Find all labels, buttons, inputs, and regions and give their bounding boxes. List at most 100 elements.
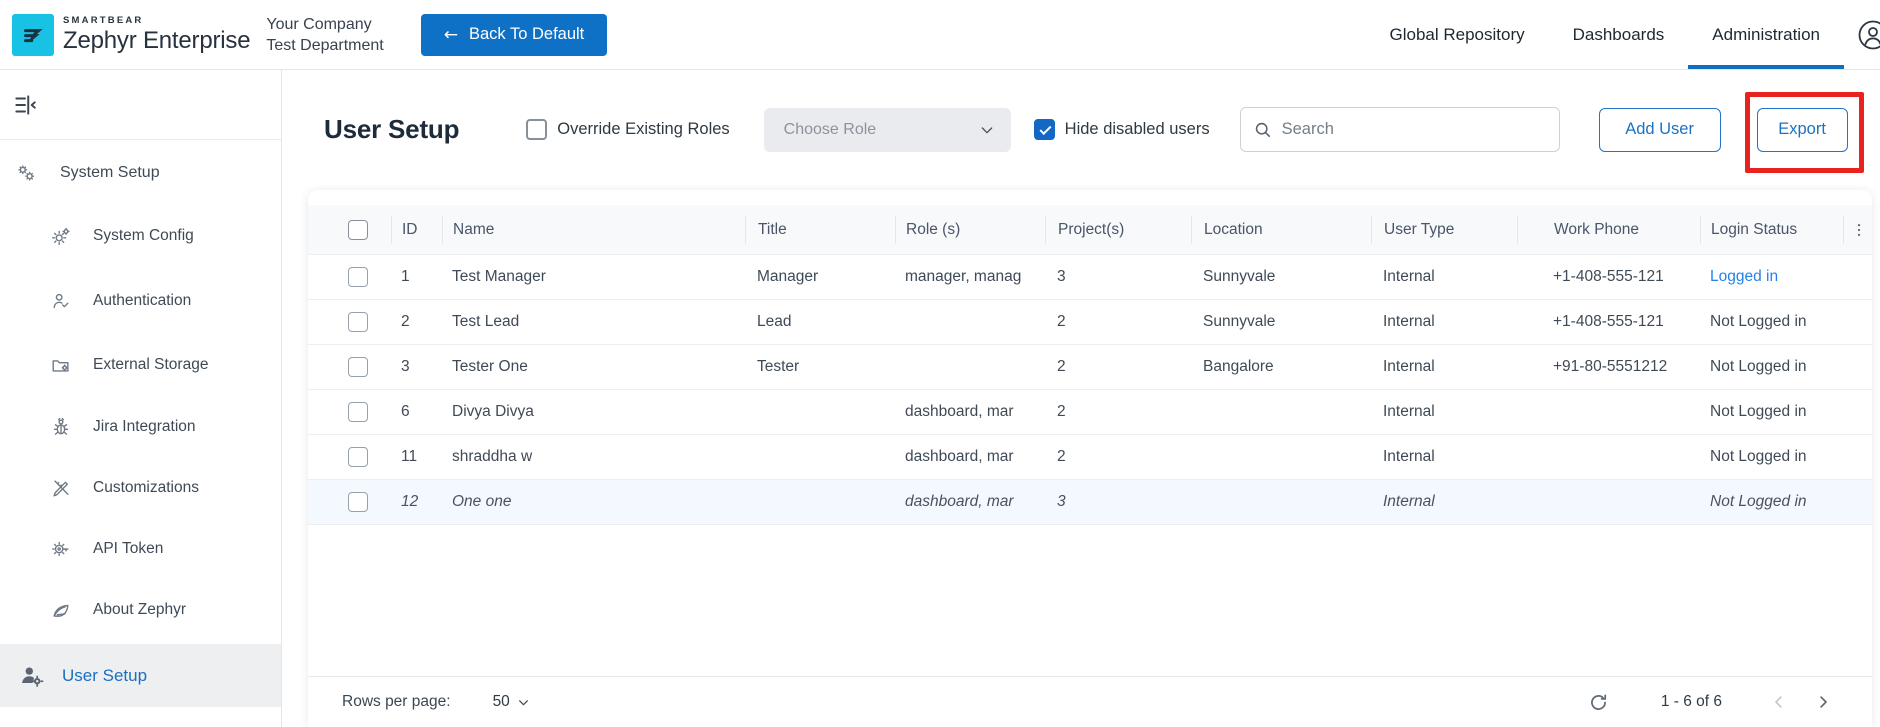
sidebar-collapse-row	[0, 70, 281, 140]
sidebar-item-label: External Storage	[93, 356, 209, 373]
sidebar-item-label: System Setup	[60, 164, 160, 181]
main-content: User Setup Override Existing Roles Choos…	[283, 70, 1880, 727]
sidebar-item-jira-integration[interactable]: Jira Integration	[0, 407, 281, 447]
table-row[interactable]: 1 Test Manager Manager manager, manag 3 …	[308, 255, 1872, 300]
row-checkbox[interactable]	[348, 492, 368, 512]
cell-name: One one	[452, 493, 512, 510]
cell-name: Divya Divya	[452, 403, 534, 420]
sidebar-item-authentication[interactable]: Authentication	[0, 281, 281, 321]
choose-role-dropdown[interactable]: Choose Role	[763, 107, 1011, 152]
cell-id: 6	[401, 403, 410, 420]
department-name: Test Department	[266, 36, 384, 54]
row-checkbox[interactable]	[348, 357, 368, 377]
rows-per-page-select[interactable]: 50	[493, 693, 530, 711]
cell-id: 1	[401, 268, 410, 285]
hide-disabled-users-label: Hide disabled users	[1064, 120, 1210, 138]
cell-work-phone: +1-408-555-121	[1553, 313, 1664, 330]
add-user-button[interactable]: Add User	[1598, 107, 1721, 152]
column-header-location: Location	[1191, 215, 1371, 244]
table-footer: Rows per page: 50 1 - 6 of 6	[308, 676, 1872, 727]
cell-login-status: Not Logged in	[1710, 358, 1807, 375]
sidebar-item-customizations[interactable]: Customizations	[0, 468, 281, 508]
sidebar-item-api-token[interactable]: API Token	[0, 529, 281, 569]
bug-icon	[53, 417, 69, 435]
cell-user-type: Internal	[1383, 358, 1435, 375]
pagination-range: 1 - 6 of 6	[1660, 693, 1722, 710]
cell-title: Tester	[757, 358, 800, 375]
table-row[interactable]: 6 Divya Divya dashboard, mar 2 Internal …	[308, 390, 1872, 435]
cell-name: Test Manager	[452, 268, 546, 285]
chevron-left-icon[interactable]	[1770, 693, 1788, 711]
sidebar-item-about-zephyr[interactable]: About Zephyr	[0, 590, 281, 630]
user-gear-icon	[22, 666, 44, 687]
column-header-roles: Role (s)	[895, 215, 1045, 244]
nav-dashboards[interactable]: Dashboards	[1549, 0, 1689, 69]
nav-administration[interactable]: Administration	[1688, 0, 1844, 69]
brand-smartbear: SMARTBEAR	[63, 15, 144, 27]
brand-product: Zephyr Enterprise	[63, 26, 251, 54]
sidebar-item-system-config[interactable]: System Config	[0, 216, 281, 256]
export-button-wrap: Export	[1744, 91, 1864, 173]
table-row[interactable]: 12 One one dashboard, mar 3 Internal Not…	[308, 480, 1872, 525]
collapse-sidebar-icon[interactable]	[12, 92, 38, 118]
toolbar: User Setup Override Existing Roles Choos…	[324, 91, 1864, 173]
column-header-login-status: Login Status	[1700, 215, 1843, 244]
cell-user-type: Internal	[1383, 313, 1435, 330]
cell-login-status: Not Logged in	[1710, 313, 1807, 330]
chevron-right-icon[interactable]	[1814, 693, 1832, 711]
choose-role-placeholder: Choose Role	[783, 120, 877, 138]
table-row[interactable]: 3 Tester One Tester 2 Bangalore Internal…	[308, 345, 1872, 390]
nav-global-repository[interactable]: Global Repository	[1365, 0, 1548, 69]
export-button[interactable]: Export	[1756, 107, 1848, 152]
sidebar: System Setup System Config Authenticatio…	[0, 70, 282, 727]
gear-key-icon	[52, 541, 69, 557]
sidebar-item-label: Jira Integration	[93, 418, 196, 435]
cell-name: shraddha w	[452, 448, 533, 465]
search-input[interactable]	[1281, 120, 1522, 139]
select-all-checkbox[interactable]	[348, 219, 368, 240]
avatar-person-icon	[1858, 20, 1880, 49]
row-checkbox[interactable]	[348, 402, 368, 422]
cell-roles: manager, manag	[905, 268, 1022, 285]
column-header-projects: Project(s)	[1045, 215, 1191, 244]
top-nav: Global Repository Dashboards Administrat…	[1365, 0, 1844, 69]
sidebar-section-system-setup[interactable]: System Setup	[0, 153, 281, 193]
gear-cog-icon	[52, 227, 70, 245]
row-checkbox[interactable]	[348, 312, 368, 332]
folder-gear-icon	[52, 360, 69, 372]
cell-roles: dashboard, mar	[905, 448, 1014, 465]
cell-user-type: Internal	[1383, 268, 1435, 285]
cell-location: Bangalore	[1203, 358, 1274, 375]
user-avatar[interactable]	[1858, 20, 1880, 50]
cell-user-type: Internal	[1383, 403, 1435, 420]
user-check-icon	[53, 293, 69, 309]
cell-projects: 2	[1057, 403, 1066, 420]
hide-disabled-users-checkbox[interactable]	[1033, 119, 1055, 140]
users-table-card: ID Name Title Role (s) Project(s) Locati…	[308, 190, 1872, 727]
sidebar-item-user-setup[interactable]: User Setup	[0, 644, 281, 707]
back-to-default-button[interactable]: ← Back To Default	[420, 13, 608, 56]
cell-location: Sunnyvale	[1203, 268, 1276, 285]
cell-id: 3	[401, 358, 410, 375]
cell-work-phone: +91-80-5551212	[1553, 358, 1668, 375]
cell-projects: 2	[1057, 313, 1066, 330]
cell-login-status[interactable]: Logged in	[1700, 268, 1843, 286]
column-options-menu[interactable]	[1843, 215, 1872, 244]
left-arrow-icon: ←	[443, 24, 458, 45]
table-row[interactable]: 2 Test Lead Lead 2 Sunnyvale Internal +1…	[308, 300, 1872, 345]
refresh-icon[interactable]	[1588, 692, 1609, 713]
table-row[interactable]: 11 shraddha w dashboard, mar 2 Internal …	[308, 435, 1872, 480]
row-checkbox[interactable]	[348, 267, 368, 287]
sidebar-item-label: About Zephyr	[93, 601, 187, 618]
zephyr-feather-icon	[24, 28, 43, 42]
override-existing-roles-checkbox[interactable]	[526, 119, 548, 140]
row-checkbox[interactable]	[348, 447, 368, 467]
brand-text: SMARTBEAR Zephyr Enterprise	[63, 15, 251, 54]
page-title: User Setup	[324, 114, 460, 144]
table-header-row: ID Name Title Role (s) Project(s) Locati…	[308, 205, 1872, 255]
smartbear-logo	[12, 13, 54, 56]
gears-icon	[18, 165, 35, 181]
cell-projects: 3	[1057, 493, 1066, 510]
sidebar-item-external-storage[interactable]: External Storage	[0, 345, 281, 385]
top-bar: SMARTBEAR Zephyr Enterprise Your Company…	[0, 0, 1880, 70]
